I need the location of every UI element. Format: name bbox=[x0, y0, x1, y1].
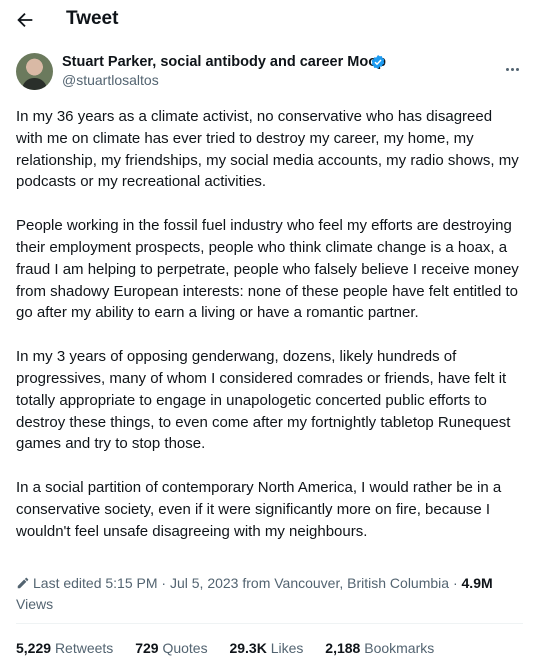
dot-icon bbox=[516, 68, 519, 71]
engagement-stats: 5,229 Retweets 729 Quotes 29.3K Likes 2,… bbox=[16, 640, 452, 656]
avatar[interactable] bbox=[16, 53, 53, 90]
edit-history-link[interactable]: Last edited 5:15 PM · Jul 5, 2023 from V… bbox=[33, 575, 449, 591]
dot-icon bbox=[511, 68, 514, 71]
tweet-meta: Last edited 5:15 PM · Jul 5, 2023 from V… bbox=[16, 573, 521, 615]
likes-label: Likes bbox=[270, 640, 304, 656]
tweet-author: Stuart Parker, social antibody and caree… bbox=[0, 50, 533, 94]
tweet-paragraph: In my 36 years as a climate activist, no… bbox=[16, 108, 519, 191]
quotes-label: Quotes bbox=[162, 640, 208, 656]
page-title: Tweet bbox=[66, 8, 119, 29]
tweet-header: Tweet bbox=[0, 0, 533, 40]
likes-stat[interactable]: 29.3K Likes bbox=[229, 640, 303, 656]
quotes-stat[interactable]: 729 Quotes bbox=[135, 640, 207, 656]
tweet-text: In my 36 years as a climate activist, no… bbox=[16, 106, 521, 565]
bookmarks-label: Bookmarks bbox=[364, 640, 435, 656]
verified-badge-icon[interactable] bbox=[370, 54, 386, 70]
divider bbox=[16, 623, 523, 624]
more-options-button[interactable] bbox=[506, 58, 526, 71]
retweets-count: 5,229 bbox=[16, 640, 52, 656]
tweet-paragraph: In a social partition of contemporary No… bbox=[16, 479, 502, 540]
pencil-icon bbox=[17, 577, 29, 589]
author-display-name[interactable]: Stuart Parker, social antibody and caree… bbox=[62, 54, 386, 70]
dot-icon bbox=[506, 68, 509, 71]
back-button[interactable] bbox=[14, 9, 36, 31]
tweet-paragraph: People working in the fossil fuel indust… bbox=[16, 217, 519, 322]
tweet-paragraph: In my 3 years of opposing genderwang, do… bbox=[16, 348, 511, 453]
author-handle[interactable]: @stuartlosaltos bbox=[62, 72, 159, 88]
retweets-stat[interactable]: 5,229 Retweets bbox=[16, 640, 113, 656]
views-label: Views bbox=[16, 596, 54, 612]
meta-separator: · bbox=[452, 575, 458, 591]
bookmarks-stat[interactable]: 2,188 Bookmarks bbox=[325, 640, 434, 656]
quotes-count: 729 bbox=[135, 640, 159, 656]
retweets-label: Retweets bbox=[54, 640, 114, 656]
arrow-left-icon bbox=[17, 12, 33, 28]
likes-count: 29.3K bbox=[229, 640, 267, 656]
views-count: 4.9M bbox=[461, 575, 493, 591]
bookmarks-count: 2,188 bbox=[325, 640, 361, 656]
